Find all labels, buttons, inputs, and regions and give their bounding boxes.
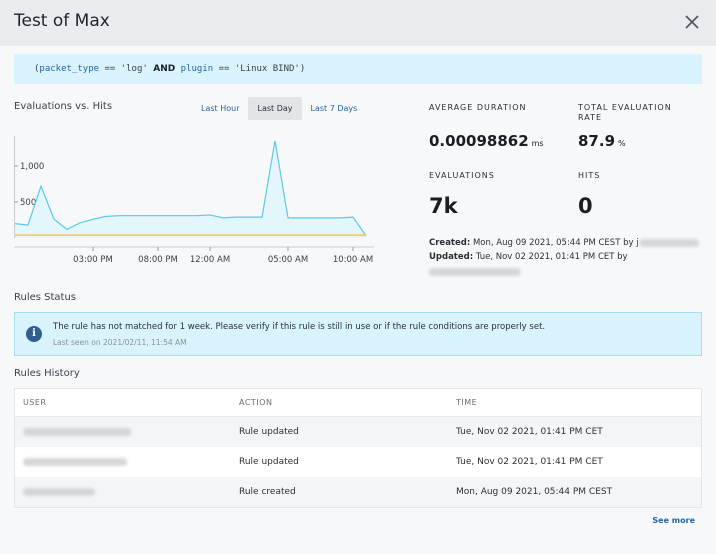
query-value-1: 'log'	[120, 64, 148, 74]
total-rate-unit: %	[618, 139, 626, 148]
row-action: Rule created	[239, 487, 296, 497]
alert-message: The rule has not matched for 1 week. Ple…	[53, 322, 546, 332]
column-time: TIME	[456, 398, 478, 407]
column-user: USER	[23, 398, 47, 407]
query-value-2: 'Linux BIND'	[234, 64, 300, 74]
table-header: USER ACTION TIME	[15, 389, 701, 417]
hits-label: HITS	[578, 171, 601, 180]
rules-history-table: USER ACTION TIME Rule updated Tue, Nov 0…	[14, 388, 702, 508]
info-icon: i	[26, 326, 42, 342]
evaluations-label: EVALUATIONS	[429, 171, 495, 180]
total-rate-label: TOTAL EVALUATION RATE	[578, 103, 672, 122]
table-row: Rule created Mon, Aug 09 2021, 05:44 PM …	[15, 477, 701, 507]
rules-history-title: Rules History	[14, 368, 80, 379]
evaluations-hits-chart: 5001,00003:00 PM 08:00 PM 12:00 AM 05:00 AM…	[14, 136, 374, 265]
redacted-user	[429, 268, 521, 276]
row-action: Rule updated	[239, 457, 299, 467]
modal-header: Test of Max	[0, 0, 716, 46]
query-and: AND	[153, 64, 176, 74]
query-field-2: plugin	[180, 64, 214, 74]
redacted-user	[23, 487, 95, 496]
total-rate-value: 87.9%	[578, 132, 626, 150]
table-row: Rule updated Tue, Nov 02 2021, 01:41 PM …	[15, 417, 701, 447]
tab-last-hour[interactable]: Last Hour	[192, 97, 248, 120]
evaluations-value: 7k	[429, 194, 458, 218]
close-icon[interactable]	[678, 8, 706, 36]
row-action: Rule updated	[239, 427, 299, 437]
y-tick-label: 1,000	[20, 162, 44, 172]
last-seen: Last seen on 2021/02/11, 11:54 AM	[53, 338, 187, 347]
avg-duration-label: AVERAGE DURATION	[429, 103, 527, 112]
column-action: ACTION	[239, 398, 273, 407]
redacted-user	[23, 427, 131, 436]
modal-title: Test of Max	[14, 11, 110, 31]
evaluations-area	[15, 140, 366, 238]
rule-query: (packet_type == 'log' AND plugin == 'Lin…	[14, 54, 702, 84]
rule-status-alert: i The rule has not matched for 1 week. P…	[14, 312, 702, 356]
query-operator-2: ==	[218, 64, 230, 74]
x-tick-label: 03:00 PM	[73, 255, 113, 265]
tab-last-day[interactable]: Last Day	[248, 97, 302, 120]
chart-title: Evaluations vs. Hits	[14, 101, 113, 112]
created-info: Created: Mon, Aug 09 2021, 05:44 PM CEST…	[429, 238, 699, 248]
avg-duration-value: 0.00098862 ms	[429, 132, 544, 150]
tab-last-7-days[interactable]: Last 7 Days	[302, 97, 367, 120]
time-range-tabs: Last Hour Last Day Last 7 Days	[192, 97, 366, 120]
query-field-1: packet_type	[39, 64, 100, 74]
x-tick-label: 05:00 AM	[268, 255, 308, 265]
x-tick-label: 10:00 AM	[333, 255, 373, 265]
row-time: Tue, Nov 02 2021, 01:41 PM CET	[456, 457, 603, 467]
query-operator-1: ==	[104, 64, 116, 74]
hits-value: 0	[578, 194, 593, 218]
see-more-link[interactable]: See more	[652, 516, 695, 525]
x-tick-label: 12:00 AM	[190, 255, 230, 265]
redacted-user	[638, 238, 699, 247]
redacted-user	[23, 457, 127, 466]
table-row: Rule updated Tue, Nov 02 2021, 01:41 PM …	[15, 447, 701, 477]
x-tick-label: 08:00 PM	[138, 255, 178, 265]
row-time: Mon, Aug 09 2021, 05:44 PM CEST	[456, 487, 613, 497]
avg-duration-unit: ms	[531, 139, 544, 148]
updated-info: Updated: Tue, Nov 02 2021, 01:41 PM CET …	[429, 252, 628, 262]
row-time: Tue, Nov 02 2021, 01:41 PM CET	[456, 427, 603, 437]
rules-status-title: Rules Status	[14, 292, 77, 303]
